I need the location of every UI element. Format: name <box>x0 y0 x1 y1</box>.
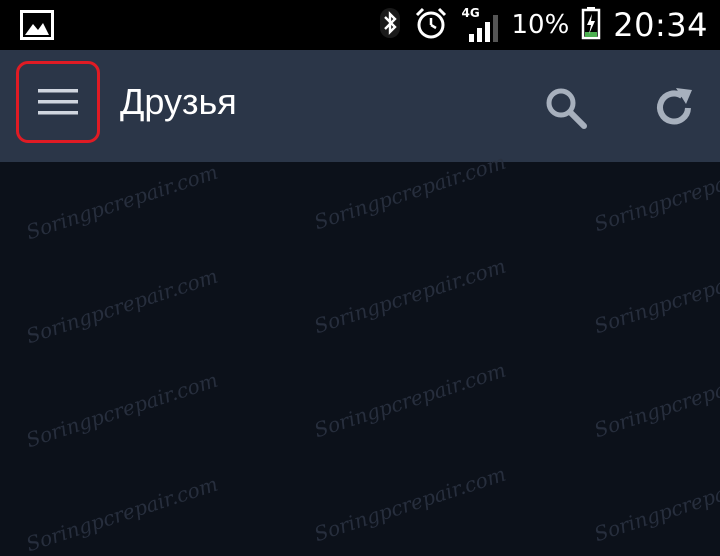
alarm-clock-icon <box>413 5 449 45</box>
watermark: Soringpcrepair.com <box>311 357 509 443</box>
watermark: Soringpcrepair.com <box>591 357 720 443</box>
signal-bars-icon <box>469 15 499 42</box>
search-button[interactable] <box>540 82 592 134</box>
bluetooth-icon <box>379 7 401 43</box>
status-bar: 4G 10% 20:34 <box>0 0 720 50</box>
friends-list-empty: Soringpcrepair.com Soringpcrepair.com So… <box>0 150 720 556</box>
watermark: Soringpcrepair.com <box>591 151 720 237</box>
page-title: Друзья <box>120 81 237 122</box>
watermark: Soringpcrepair.com <box>23 159 221 245</box>
watermark: Soringpcrepair.com <box>311 149 509 235</box>
watermark: Soringpcrepair.com <box>591 461 720 547</box>
watermark: Soringpcrepair.com <box>311 461 509 547</box>
gallery-notification-icon <box>20 10 54 40</box>
watermark: Soringpcrepair.com <box>23 367 221 453</box>
watermark: Soringpcrepair.com <box>23 263 221 349</box>
refresh-icon <box>657 88 692 125</box>
refresh-button[interactable] <box>648 82 700 134</box>
battery-percentage: 10% <box>511 10 570 40</box>
app-bar: Друзья <box>0 50 720 162</box>
watermark: Soringpcrepair.com <box>23 471 221 556</box>
hamburger-menu-icon <box>38 89 78 115</box>
search-icon <box>546 88 587 129</box>
battery-charging-icon <box>581 6 601 44</box>
cellular-signal: 4G <box>461 6 499 42</box>
clock: 20:34 <box>613 6 708 44</box>
menu-button[interactable] <box>16 61 100 143</box>
watermark: Soringpcrepair.com <box>591 253 720 339</box>
status-indicators: 4G 10% 20:34 <box>379 0 708 50</box>
watermark: Soringpcrepair.com <box>311 253 509 339</box>
